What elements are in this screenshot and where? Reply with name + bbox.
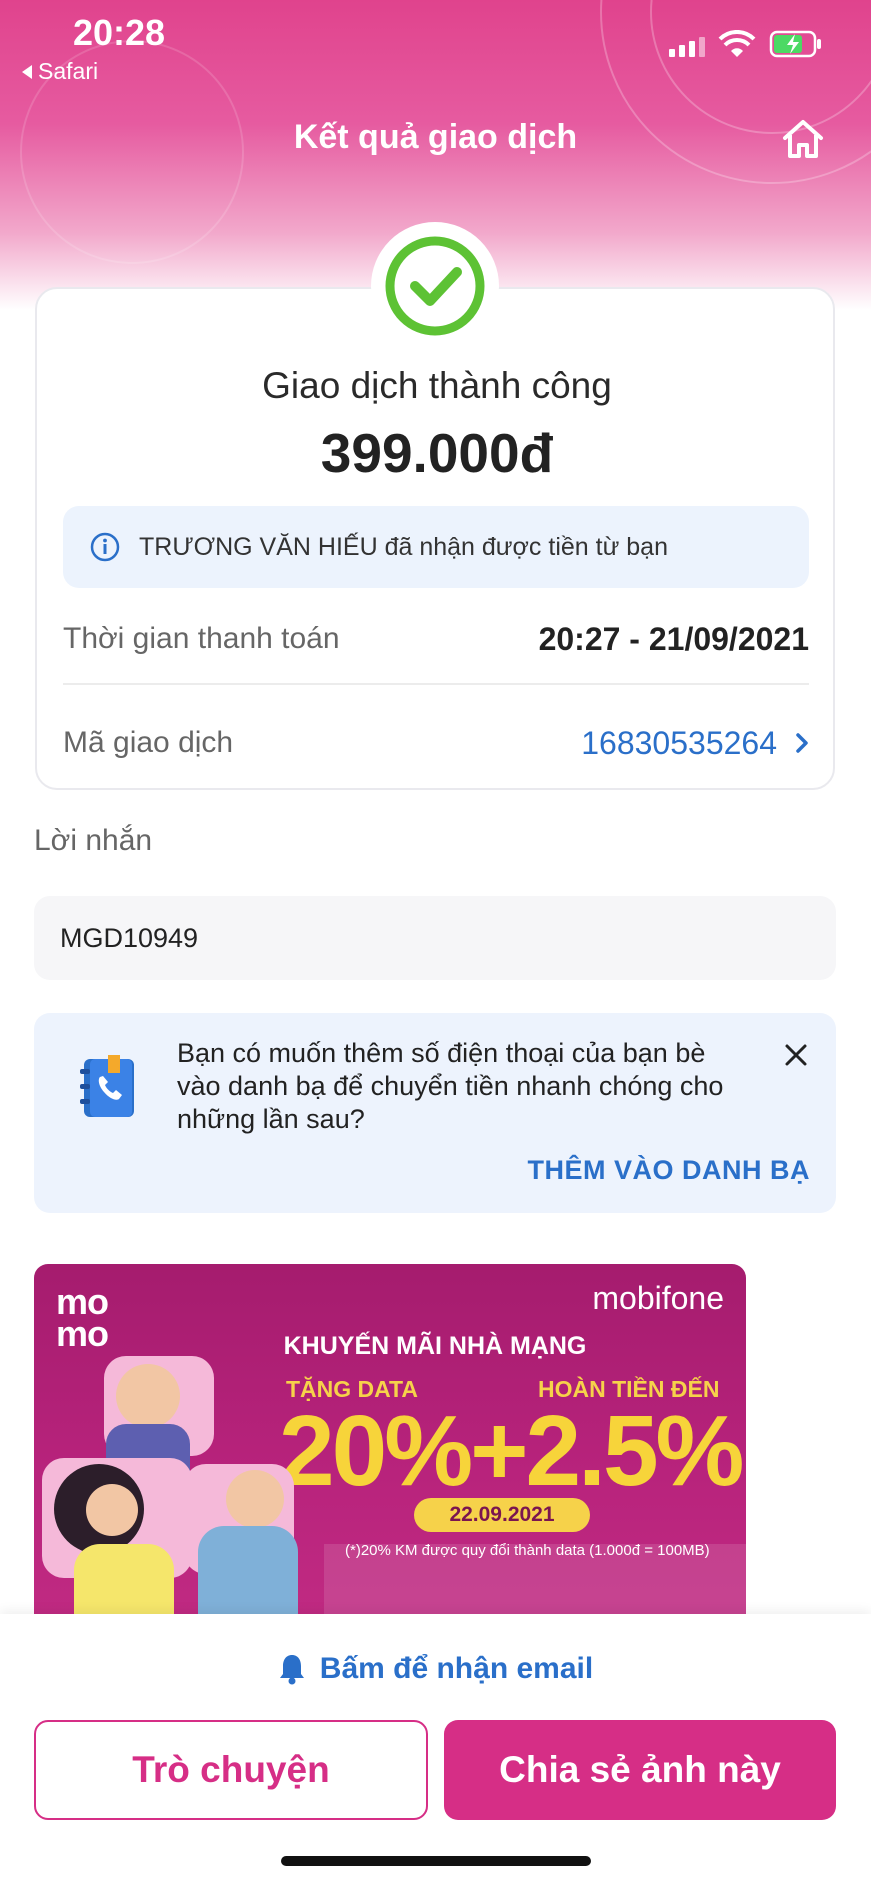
banner-date: 22.09.2021 <box>414 1498 590 1532</box>
add-contact-prompt: Bạn có muốn thêm số điện thoại của bạn b… <box>34 1013 836 1213</box>
share-image-button[interactable]: Chia sẻ ảnh này <box>444 1720 836 1820</box>
add-to-contacts-button[interactable]: THÊM VÀO DANH BẠ <box>528 1155 811 1186</box>
illustration-person <box>116 1364 180 1428</box>
transaction-status: Giao dịch thành công <box>262 365 612 406</box>
battery-icon <box>769 30 821 58</box>
success-badge <box>371 222 499 350</box>
banner-note: (*)20% KM được quy đổi thành data (1.000… <box>345 1542 710 1559</box>
contact-book-icon <box>80 1055 134 1117</box>
payment-time-value: 20:27 - 21/09/2021 <box>538 620 809 657</box>
message-value: MGD10949 <box>60 922 199 953</box>
message-label: Lời nhắn <box>34 824 153 857</box>
check-icon <box>385 236 485 336</box>
status-time: 20:28 <box>73 12 166 53</box>
add-contact-text: Bạn có muốn thêm số điện thoại của bạn b… <box>177 1038 724 1134</box>
payment-time-label: Thời gian thanh toán <box>63 622 340 655</box>
info-icon <box>90 532 120 562</box>
home-icon[interactable] <box>780 118 826 160</box>
bell-icon <box>279 1655 304 1685</box>
back-app-label: Safari <box>38 58 99 84</box>
back-arrow-icon <box>22 64 32 79</box>
bottom-action-panel: Bấm để nhận email Trò chuyện Chia sẻ ảnh… <box>0 1614 871 1884</box>
status-bar: 20:28 Safari <box>0 0 871 90</box>
transaction-id-link[interactable]: 16830535264 <box>581 725 809 762</box>
illustration-person <box>86 1484 138 1536</box>
home-indicator <box>281 1856 591 1866</box>
close-icon[interactable] <box>782 1041 810 1069</box>
email-receipt-link[interactable]: Bấm để nhận email <box>0 1652 871 1686</box>
banner-brand: mobifone <box>592 1280 724 1316</box>
page-title: Kết quả giao dịch <box>293 118 578 156</box>
transaction-amount: 399.000đ <box>320 422 554 484</box>
illustration-person-body <box>74 1544 174 1614</box>
message-field: MGD10949 <box>34 896 836 980</box>
chat-button[interactable]: Trò chuyện <box>34 1720 428 1820</box>
divider <box>63 683 809 685</box>
banner-offer: 20%+2.5% <box>279 1395 744 1507</box>
illustration-person-body <box>198 1526 298 1614</box>
wifi-icon <box>718 30 756 57</box>
back-to-safari[interactable]: Safari <box>22 58 98 85</box>
promo-banner[interactable]: mo mo mobifone KHUYẾN MÃI NHÀ MẠNG TẶNG D… <box>34 1264 746 1614</box>
transaction-result-card: Giao dịch thành công 399.000đ TRƯƠNG VĂN… <box>35 287 835 790</box>
illustration-person <box>226 1470 284 1528</box>
signal-icon <box>669 37 705 57</box>
email-receipt-label: Bấm để nhận email <box>319 1652 594 1685</box>
transaction-id-value: 16830535264 <box>581 724 777 761</box>
chevron-right-icon <box>796 733 808 753</box>
recipient-info-box: TRƯƠNG VĂN HIẾU đã nhận được tiền từ bạn <box>63 506 809 588</box>
transaction-id-row[interactable]: Mã giao dịch 16830535264 <box>63 718 809 768</box>
recipient-info-text: TRƯƠNG VĂN HIẾU đã nhận được tiền từ bạn <box>139 532 668 561</box>
payment-time-row: Thời gian thanh toán 20:27 - 21/09/2021 <box>63 614 809 664</box>
transaction-id-label: Mã giao dịch <box>63 726 234 759</box>
